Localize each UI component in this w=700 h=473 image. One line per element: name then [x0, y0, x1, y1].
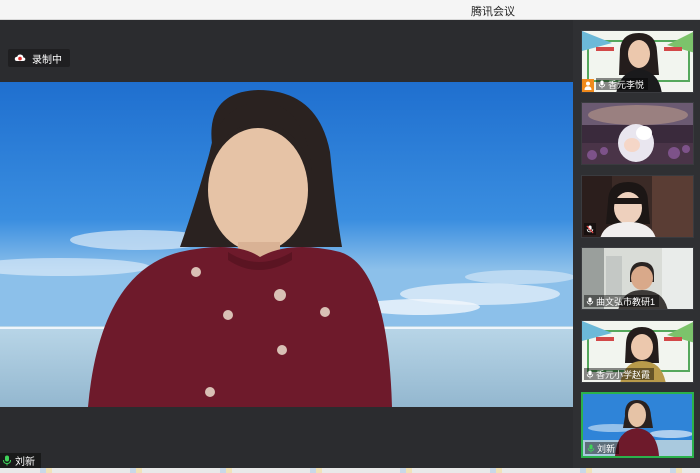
main-video[interactable] [0, 82, 573, 407]
participant-name: 曲文弘市教研1 [596, 296, 656, 307]
microphone-icon [3, 455, 11, 466]
cloud-recording-icon [14, 54, 26, 61]
main-stage: 录制中 刘新 [0, 20, 573, 468]
participant-tile[interactable]: 曲文弘市教研1 [581, 247, 694, 310]
taskbar-strip [0, 468, 700, 473]
participant-tile[interactable]: 香元小学赵霞 [581, 320, 694, 383]
participant-label: 香元李悦 [596, 78, 649, 90]
host-badge [582, 79, 594, 92]
participant-label: 香元小学赵霞 [584, 368, 655, 380]
microphone-muted-icon [586, 225, 594, 233]
app-title: 腾讯会议 [471, 6, 515, 18]
participant-name: 香元李悦 [608, 79, 645, 90]
participant-sidebar: 香元李悦 曲文弘市教研1 香元小学赵霞 刘新 [573, 20, 700, 468]
participant-tile[interactable] [581, 102, 694, 165]
main-video-frame [0, 82, 573, 407]
participant-tile[interactable]: 香元李悦 [581, 30, 694, 93]
participant-video [582, 176, 693, 237]
microphone-icon [586, 370, 594, 378]
speaker-name-tag: 刘新 [0, 453, 41, 468]
speaker-name: 刘新 [15, 457, 35, 468]
participant-tile[interactable] [581, 175, 694, 238]
recording-label: 录制中 [32, 54, 62, 66]
microphone-icon [586, 297, 594, 305]
participant-label: 曲文弘市教研1 [584, 295, 660, 307]
microphone-active-icon [587, 444, 595, 452]
participant-label: 刘新 [585, 442, 620, 454]
participant-tile-active[interactable]: 刘新 [581, 392, 694, 458]
participant-video [582, 103, 693, 164]
participant-name: 香元小学赵霞 [596, 369, 651, 380]
host-user-icon [584, 81, 592, 90]
participant-name: 刘新 [597, 443, 616, 454]
microphone-icon [598, 80, 606, 88]
participant-label [584, 223, 596, 235]
title-bar: 腾讯会议 [0, 0, 700, 20]
recording-badge[interactable]: 录制中 [8, 49, 70, 67]
